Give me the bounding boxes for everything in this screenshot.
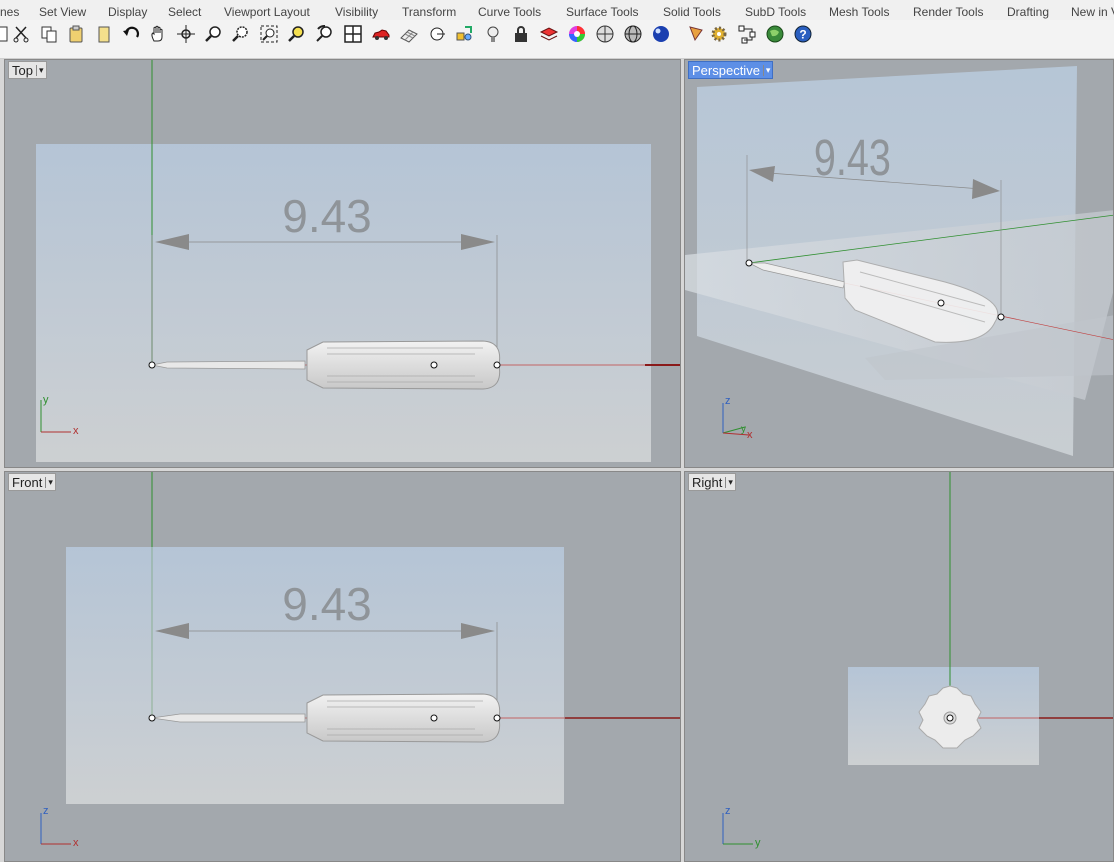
- car-icon[interactable]: [370, 23, 392, 45]
- chevron-down-icon[interactable]: ▾: [35, 64, 44, 76]
- viewport-perspective[interactable]: 9.43 z y x Perspective ▾: [684, 59, 1114, 468]
- viewport-label-top[interactable]: Top ▾: [8, 61, 47, 79]
- viewport-grid: 9.43 y x Top ▾ 9.43 z y x Perspective ▾ …: [0, 59, 1114, 862]
- zoom-selected-icon[interactable]: [286, 23, 308, 45]
- globe-icon[interactable]: [764, 23, 786, 45]
- grid-plane-icon[interactable]: [398, 23, 420, 45]
- viewport-right[interactable]: z y Right ▾: [684, 471, 1114, 862]
- svg-text:x: x: [747, 429, 753, 441]
- tab-transform[interactable]: Transform: [402, 5, 456, 19]
- help-icon[interactable]: ?: [792, 23, 814, 45]
- network-icon[interactable]: [736, 23, 758, 45]
- viewport-label-front[interactable]: Front ▾: [8, 473, 56, 491]
- svg-text:x: x: [73, 837, 79, 849]
- four-viewports-icon[interactable]: [342, 23, 364, 45]
- layer-icon[interactable]: [538, 23, 560, 45]
- render-sphere-icon[interactable]: [650, 23, 672, 45]
- paste-icon[interactable]: [93, 23, 115, 45]
- axis-gizmo: z y x: [722, 395, 753, 441]
- tab-viewport-layout[interactable]: Viewport Layout: [224, 5, 310, 19]
- tab-drafting[interactable]: Drafting: [1007, 5, 1049, 19]
- tab-display[interactable]: Display: [108, 5, 147, 19]
- svg-text:x: x: [73, 425, 79, 437]
- pan-hand-icon[interactable]: [147, 23, 169, 45]
- top-scene: 9.43 y x: [36, 60, 680, 462]
- chevron-down-icon[interactable]: ▾: [45, 476, 53, 488]
- tab-planes[interactable]: nes: [0, 5, 19, 19]
- standard-toolbar: ?: [0, 20, 1114, 59]
- front-scene: 9.43 z x: [40, 472, 680, 849]
- point-snap-icon[interactable]: [426, 23, 448, 45]
- tab-surface-tools[interactable]: Surface Tools: [566, 5, 639, 19]
- tab-select[interactable]: Select: [168, 5, 201, 19]
- lock-icon[interactable]: [510, 23, 532, 45]
- tab-solid-tools[interactable]: Solid Tools: [663, 5, 721, 19]
- perspective-scene: 9.43 z y x: [685, 66, 1113, 456]
- cut-icon[interactable]: [10, 23, 32, 45]
- zoom-window-icon[interactable]: [230, 23, 252, 45]
- viewport-top[interactable]: 9.43 y x Top ▾: [4, 59, 681, 468]
- viewport-label-right[interactable]: Right ▾: [688, 473, 736, 491]
- tab-set-view[interactable]: Set View: [39, 5, 86, 19]
- right-scene: z y: [722, 472, 1113, 849]
- dimension-text: 9.43: [282, 190, 372, 242]
- dimension-text: 9.43: [814, 129, 891, 186]
- tab-new-in-v[interactable]: New in V: [1071, 5, 1114, 19]
- color-wheel-icon[interactable]: [566, 23, 588, 45]
- tab-curve-tools[interactable]: Curve Tools: [478, 5, 541, 19]
- axis-gizmo: z y: [722, 805, 761, 849]
- viewport-front[interactable]: 9.43 z x Front ▾: [4, 471, 681, 862]
- shaded-sphere-icon[interactable]: [594, 23, 616, 45]
- svg-text:y: y: [43, 394, 49, 406]
- settings-gear-icon[interactable]: [708, 23, 730, 45]
- object-snap-icon[interactable]: [454, 23, 476, 45]
- pen-icon[interactable]: [686, 23, 708, 45]
- svg-text:z: z: [725, 395, 731, 407]
- dimension-text: 9.43: [282, 578, 372, 630]
- chevron-down-icon[interactable]: ▾: [725, 476, 733, 488]
- svg-text:z: z: [725, 805, 731, 817]
- axis-gizmo: z x: [40, 805, 79, 849]
- paste-icon[interactable]: [65, 23, 87, 45]
- tab-subd-tools[interactable]: SubD Tools: [745, 5, 806, 19]
- tab-visibility[interactable]: Visibility: [335, 5, 378, 19]
- rotate-view-icon[interactable]: [175, 23, 197, 45]
- tab-render-tools[interactable]: Render Tools: [913, 5, 984, 19]
- svg-text:?: ?: [799, 28, 806, 42]
- svg-text:z: z: [43, 805, 49, 817]
- mesh-sphere-icon[interactable]: [622, 23, 644, 45]
- ribbon-tabs: nes Set View Display Select Viewport Lay…: [0, 0, 1114, 20]
- undo-icon[interactable]: [120, 23, 142, 45]
- viewport-label-perspective[interactable]: Perspective ▾: [688, 61, 774, 79]
- zoom-icon[interactable]: [203, 23, 225, 45]
- svg-text:y: y: [755, 837, 761, 849]
- rotate-camera-icon[interactable]: [314, 23, 336, 45]
- light-bulb-icon[interactable]: [482, 23, 504, 45]
- tab-mesh-tools[interactable]: Mesh Tools: [829, 5, 889, 19]
- chevron-down-icon[interactable]: ▾: [762, 64, 770, 76]
- copy-icon[interactable]: [38, 23, 60, 45]
- zoom-extents-icon[interactable]: [258, 23, 280, 45]
- svg-text:y: y: [741, 424, 746, 435]
